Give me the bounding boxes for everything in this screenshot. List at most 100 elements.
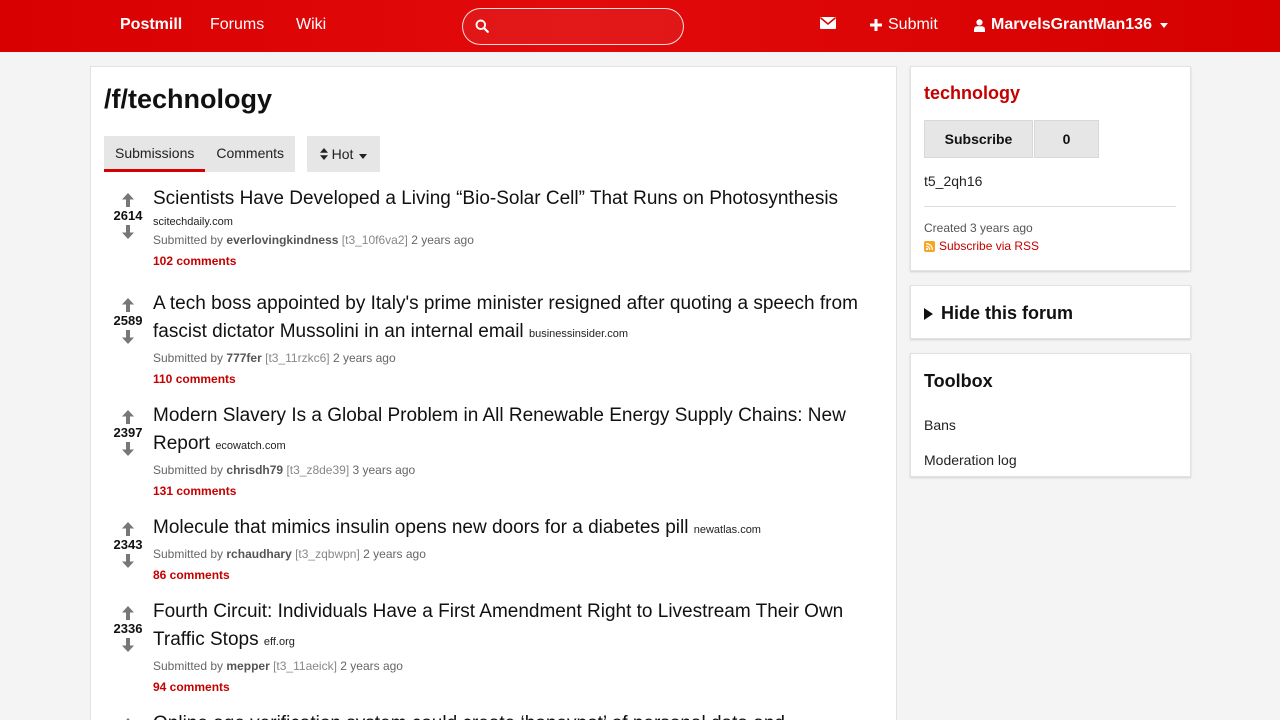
search-box[interactable]	[462, 8, 684, 45]
submission-title-link[interactable]: A tech boss appointed by Italy's prime m…	[153, 293, 858, 342]
downvote-icon[interactable]	[122, 554, 134, 568]
submission-age: 2 years ago	[332, 351, 396, 365]
submit-label: Submit	[888, 16, 938, 33]
sort-label: Hot	[331, 146, 354, 162]
toolbox-link-moderation-log[interactable]: Moderation log	[924, 452, 1017, 468]
comments-link[interactable]: 110 comments	[153, 368, 884, 390]
nav-link-wiki[interactable]: Wiki	[296, 16, 326, 34]
submission-domain[interactable]: scitechdaily.com	[153, 214, 884, 230]
comments-link[interactable]: 94 comments	[153, 676, 884, 698]
submission-title-link[interactable]: Fourth Circuit: Individuals Have a First…	[153, 601, 843, 650]
created-date: Created 3 years ago	[924, 221, 1033, 235]
caret-down-icon	[359, 154, 368, 159]
view-tabs: Submissions Comments	[104, 136, 296, 172]
author-link[interactable]: rchaudhary	[226, 547, 291, 561]
subscribe-button[interactable]: Subscribe	[924, 120, 1033, 158]
user-menu[interactable]: MarvelsGrantMan136	[974, 16, 1168, 34]
score: 2614	[113, 208, 143, 223]
comments-link[interactable]: 131 comments	[153, 480, 884, 502]
submission-meta: Submitted by mepper [t3_11aeick] 2 years…	[153, 656, 884, 676]
downvote-icon[interactable]	[122, 638, 134, 652]
toolbox-link-bans[interactable]: Bans	[924, 417, 956, 433]
submission-title-link[interactable]: Molecule that mimics insulin opens new d…	[153, 517, 688, 538]
submission-age: 2 years ago	[411, 233, 474, 247]
rss-link[interactable]: Subscribe via RSS	[924, 239, 1039, 253]
vote-controls: 2397	[104, 410, 152, 456]
author-link[interactable]: mepper	[226, 659, 269, 673]
score: 2336	[113, 621, 143, 636]
submitted-by-label: Submitted by	[153, 233, 224, 247]
caret-down-icon	[1159, 22, 1168, 28]
submission-domain[interactable]: businessinsider.com	[529, 328, 628, 340]
vote-controls: 2343	[104, 522, 152, 568]
submission-age: 2 years ago	[363, 547, 426, 561]
hide-forum-toggle[interactable]: Hide this forum	[924, 303, 1073, 324]
submission-title-link[interactable]: Online age verification system could cre…	[153, 710, 884, 720]
submitted-by-label: Submitted by	[153, 547, 224, 561]
mail-icon[interactable]	[820, 17, 836, 29]
upvote-icon[interactable]	[122, 522, 134, 536]
author-link[interactable]: everlovingkindness	[226, 233, 338, 247]
upvote-icon[interactable]	[122, 606, 134, 620]
downvote-icon[interactable]	[122, 330, 134, 344]
forum-info-card: technology Subscribe 0 t5_2qh16 Created …	[910, 66, 1191, 271]
tab-comments[interactable]: Comments	[205, 136, 295, 172]
main-content: /f/technology Submissions Comments Hot 2…	[90, 66, 897, 720]
top-navbar: Postmill Forums Wiki Submit MarvelsGrant…	[0, 0, 1280, 52]
author-link[interactable]: 777fer	[226, 351, 261, 365]
submission-id: [t3_10f6va2]	[341, 233, 408, 247]
hide-forum-label: Hide this forum	[941, 303, 1074, 323]
submission-meta: Submitted by rchaudhary [t3_zqbwpn] 2 ye…	[153, 544, 884, 564]
plus-icon	[870, 19, 882, 31]
submission-meta: Submitted by 777fer [t3_11rzkc6] 2 years…	[153, 348, 884, 368]
submission-domain[interactable]: newatlas.com	[694, 524, 761, 536]
hide-forum-card[interactable]: Hide this forum	[910, 285, 1191, 339]
submission-domain[interactable]: ecowatch.com	[215, 440, 285, 452]
submission-meta: Submitted by chrisdh79 [t3_z8de39] 3 yea…	[153, 460, 884, 480]
submission-item: 2614 Scientists Have Developed a Living …	[104, 185, 884, 290]
submission-meta: Submitted by everlovingkindness [t3_10f6…	[153, 230, 884, 250]
submitted-by-label: Submitted by	[153, 659, 224, 673]
submission-age: 3 years ago	[352, 463, 416, 477]
submitted-by-label: Submitted by	[153, 463, 224, 477]
search-input[interactable]	[497, 15, 677, 39]
downvote-icon[interactable]	[122, 225, 134, 239]
subscriber-count: 0	[1034, 120, 1099, 158]
upvote-icon[interactable]	[122, 410, 134, 424]
sort-icon	[319, 148, 328, 160]
nav-link-forums[interactable]: Forums	[210, 16, 264, 34]
score: 2589	[113, 313, 143, 328]
divider	[924, 206, 1176, 207]
comments-link[interactable]: 102 comments	[153, 250, 884, 272]
submission-title-link[interactable]: Scientists Have Developed a Living “Bio-…	[153, 185, 884, 213]
submit-button[interactable]: Submit	[870, 16, 938, 34]
downvote-icon[interactable]	[122, 442, 134, 456]
submission-item: 2397 Modern Slavery Is a Global Problem …	[104, 402, 884, 514]
forum-id: t5_2qh16	[924, 173, 983, 189]
tab-submissions[interactable]: Submissions	[104, 136, 206, 172]
score: 2343	[113, 537, 143, 552]
disclosure-triangle-icon	[924, 307, 933, 320]
submission-item: 2336 Fourth Circuit: Individuals Have a …	[104, 598, 884, 710]
submission-item: 2589 A tech boss appointed by Italy's pr…	[104, 290, 884, 402]
toolbox-card: Toolbox Bans Moderation log	[910, 353, 1191, 477]
submission-domain[interactable]: eff.org	[264, 636, 295, 648]
upvote-icon[interactable]	[122, 193, 134, 207]
rss-label: Subscribe via RSS	[939, 239, 1040, 253]
submission-list: 2614 Scientists Have Developed a Living …	[104, 185, 884, 720]
search-icon	[475, 19, 489, 33]
upvote-icon[interactable]	[122, 298, 134, 312]
sort-dropdown[interactable]: Hot	[307, 136, 380, 172]
toolbox-title: Toolbox	[924, 371, 993, 391]
brand-link[interactable]: Postmill	[120, 16, 182, 34]
page-title: /f/technology	[104, 84, 272, 114]
submission-id: [t3_11rzkc6]	[265, 351, 330, 365]
forum-name-link[interactable]: technology	[924, 83, 1020, 104]
comments-link[interactable]: 86 comments	[153, 564, 884, 586]
submission-id: [t3_11aeick]	[273, 659, 337, 673]
author-link[interactable]: chrisdh79	[226, 463, 283, 477]
vote-controls: 2614	[104, 193, 152, 239]
vote-controls: 2589	[104, 298, 152, 344]
score: 2397	[113, 425, 143, 440]
user-icon	[974, 18, 985, 32]
